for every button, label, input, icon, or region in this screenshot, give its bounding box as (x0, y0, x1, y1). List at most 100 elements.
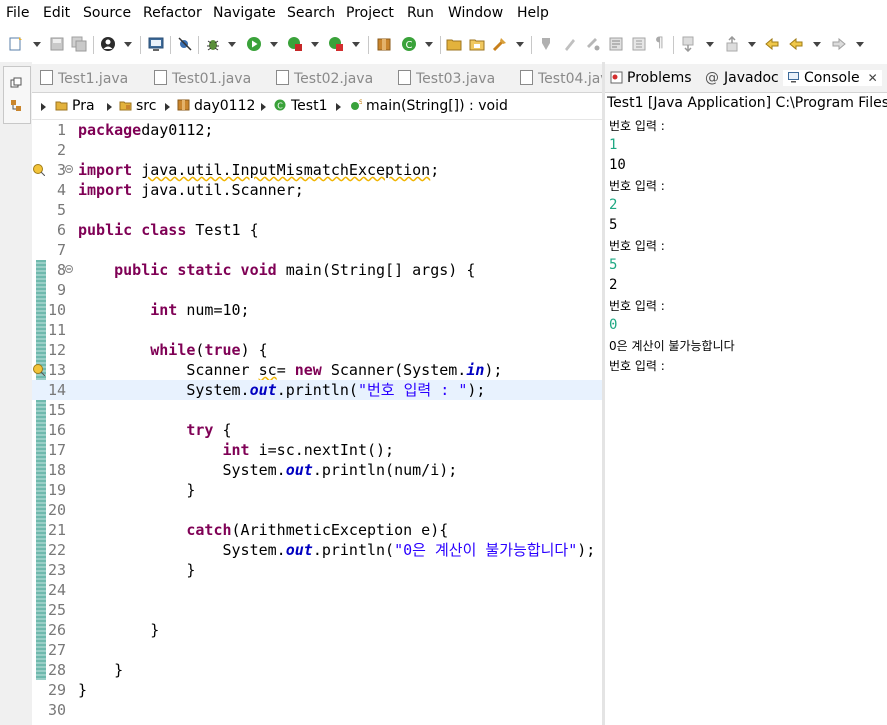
code-line[interactable]: 13 Scanner sc= new Scanner(System.in); (32, 360, 602, 380)
tab-test01-java[interactable]: Test01.java (154, 70, 251, 87)
search-tool-icon[interactable] (492, 36, 508, 52)
breadcrumb-method[interactable]: Smain(String[]) : void (349, 98, 508, 114)
code-line[interactable]: 6 public class Test1 { (32, 220, 602, 240)
external-tools-dropdown-arrow-icon[interactable] (352, 42, 360, 47)
tab-javadoc[interactable]: @ Javadoc (705, 70, 779, 86)
code-line[interactable]: 12 while(true) { (32, 340, 602, 360)
search-dropdown-arrow-icon[interactable] (516, 42, 524, 47)
back-icon[interactable] (788, 36, 804, 52)
user-dropdown-arrow-icon[interactable] (124, 42, 132, 47)
next-annotation-dropdown-arrow-icon[interactable] (706, 42, 714, 47)
menu-edit[interactable]: Edit (43, 5, 70, 21)
menu-help[interactable]: Help (517, 5, 549, 21)
menu-search[interactable]: Search (287, 5, 335, 21)
forward-dropdown-arrow-icon[interactable] (856, 42, 864, 47)
pen-icon[interactable] (562, 36, 578, 52)
code-line[interactable]: 16 try { (32, 420, 602, 440)
last-edit-location-icon[interactable] (764, 36, 780, 52)
code-line[interactable]: 23 } (32, 560, 602, 580)
menu-source[interactable]: Source (83, 5, 131, 21)
coverage-icon[interactable] (287, 36, 303, 52)
user-icon[interactable] (100, 36, 116, 52)
console-output[interactable]: 번호 입력 : 1 10 번호 입력 : 2 5 번호 입력 : 5 2 번호 입력 : 0 0은 계… (609, 117, 885, 717)
open-type-icon[interactable] (446, 36, 462, 52)
terminal-icon[interactable] (148, 36, 164, 52)
package-explorer-icon[interactable] (10, 99, 22, 113)
tab-test03-java[interactable]: Test03.java (398, 70, 495, 87)
code-line[interactable]: 18 System.out.println(num/i); (32, 460, 602, 480)
save-all-icon[interactable] (71, 36, 87, 52)
next-annotation-icon[interactable] (680, 36, 696, 52)
block-select-icon[interactable] (608, 36, 624, 52)
code-line[interactable]: 27 (32, 640, 602, 660)
code-line[interactable]: 4 import java.util.Scanner; (32, 180, 602, 200)
code-line[interactable]: 8 public static void main(String[] args)… (32, 260, 602, 280)
code-line[interactable]: 11 (32, 320, 602, 340)
tab-test02-java[interactable]: Test02.java (276, 70, 373, 87)
code-line[interactable]: 26 } (32, 620, 602, 640)
code-line[interactable]: 7 (32, 240, 602, 260)
code-line[interactable]: 5 (32, 200, 602, 220)
menu-navigate[interactable]: Navigate (213, 5, 276, 21)
menu-file[interactable]: File (6, 5, 29, 21)
pilcrow-icon[interactable]: ¶ (655, 35, 671, 51)
code-line[interactable]: 30 (32, 700, 602, 720)
code-line[interactable]: 9 (32, 280, 602, 300)
code-line[interactable]: 3 import java.util.InputMismatchException… (32, 160, 602, 180)
debug-icon[interactable] (205, 36, 221, 52)
breadcrumb-project[interactable]: Pra (55, 98, 95, 114)
tab-console[interactable]: Console ✕ (783, 70, 882, 86)
fold-toggle-icon[interactable] (65, 165, 73, 173)
tab-problems[interactable]: Problems (610, 70, 692, 86)
new-class-dropdown-arrow-icon[interactable] (425, 42, 433, 47)
menu-run[interactable]: Run (407, 5, 434, 21)
code-editor[interactable]: 1 packageday0112; 2 3 import java.util.Input… (32, 120, 602, 725)
close-icon[interactable]: ✕ (868, 71, 878, 85)
new-class-icon[interactable]: C (401, 36, 417, 52)
code-line[interactable]: 1 packageday0112; (32, 120, 602, 140)
menu-refactor[interactable]: Refactor (143, 5, 202, 21)
back-dropdown-arrow-icon[interactable] (813, 42, 821, 47)
code-line[interactable]: 19 } (32, 480, 602, 500)
forward-icon[interactable] (831, 36, 847, 52)
run-dropdown-arrow-icon[interactable] (270, 42, 278, 47)
view-sash[interactable] (602, 62, 605, 725)
code-line[interactable]: 15 (32, 400, 602, 420)
skip-breakpoints-icon[interactable] (177, 36, 193, 52)
breadcrumb-class[interactable]: C Test1 (274, 98, 327, 114)
menu-window[interactable]: Window (448, 5, 503, 21)
breadcrumb-package[interactable]: day0112 (177, 98, 255, 114)
breadcrumb-src[interactable]: src (119, 98, 156, 114)
code-line[interactable]: 21 catch(ArithmeticException e){ (32, 520, 602, 540)
whitespace-icon[interactable] (631, 36, 647, 52)
tab-test1-java[interactable]: Test1.java (40, 70, 128, 87)
annotation-icon[interactable] (585, 36, 601, 52)
warning-icon[interactable] (33, 164, 45, 176)
code-line[interactable]: 24 (32, 580, 602, 600)
previous-annotation-icon[interactable] (724, 36, 740, 52)
save-icon[interactable] (49, 36, 65, 52)
coverage-dropdown-arrow-icon[interactable] (311, 42, 319, 47)
open-resource-icon[interactable] (469, 36, 485, 52)
code-line[interactable]: 10 int num=10; (32, 300, 602, 320)
previous-annotation-dropdown-arrow-icon[interactable] (748, 42, 756, 47)
new-dropdown-arrow-icon[interactable] (33, 42, 41, 47)
tab-test04-java[interactable]: Test04.java (520, 70, 602, 87)
debug-dropdown-arrow-icon[interactable] (228, 42, 236, 47)
code-line[interactable]: 20 (32, 500, 602, 520)
run-icon[interactable] (246, 36, 262, 52)
code-line[interactable]: 2 (32, 140, 602, 160)
code-line[interactable]: 28 } (32, 660, 602, 680)
toggle-mark-icon[interactable] (538, 36, 554, 52)
fold-toggle-icon[interactable] (65, 265, 73, 273)
code-line[interactable]: 14 System.out.println("번호 입력 : "); (32, 380, 602, 400)
menu-project[interactable]: Project (346, 5, 394, 21)
code-line[interactable]: 22 System.out.println("0은 계산이 불가능합니다"); (32, 540, 602, 560)
new-file-icon[interactable] (8, 36, 24, 52)
code-line[interactable]: 25 (32, 600, 602, 620)
code-line[interactable]: 29} (32, 680, 602, 700)
new-package-icon[interactable] (376, 36, 392, 52)
external-tools-icon[interactable] (328, 36, 344, 52)
code-line[interactable]: 17 int i=sc.nextInt(); (32, 440, 602, 460)
restore-icon[interactable] (10, 77, 22, 89)
